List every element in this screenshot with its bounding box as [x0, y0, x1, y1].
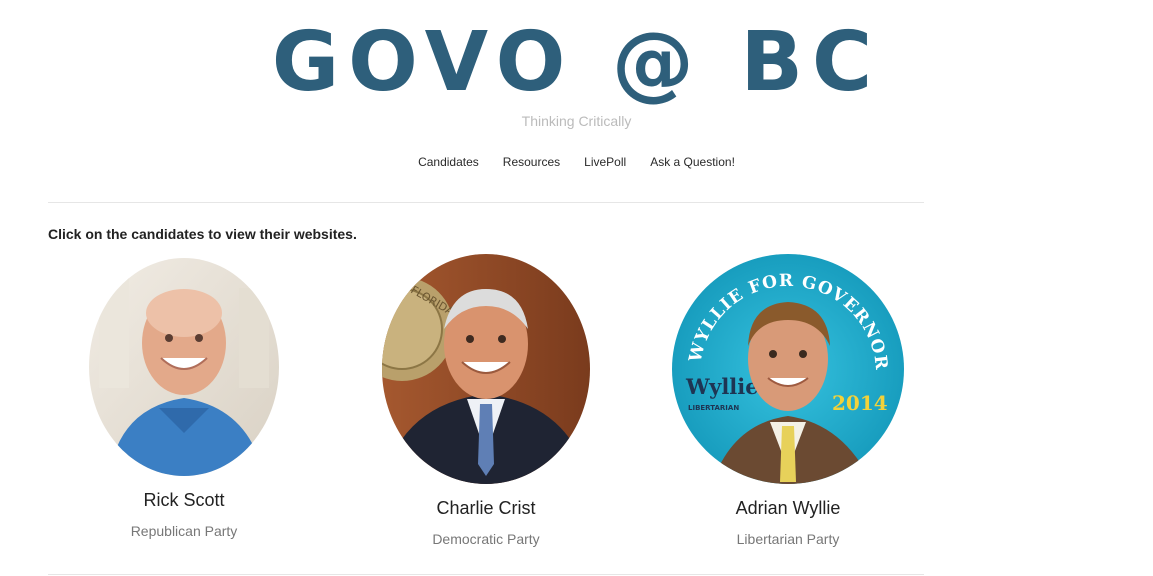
nav-resources[interactable]: Resources [503, 155, 560, 169]
main-nav: Candidates Resources LivePoll Ask a Ques… [0, 155, 1153, 169]
nav-livepoll[interactable]: LivePoll [584, 155, 626, 169]
candidate-party: Democratic Party [432, 531, 540, 547]
svg-text:Wyllie: Wyllie [685, 374, 759, 399]
svg-text:LIBERTARIAN: LIBERTARIAN [688, 404, 739, 412]
candidate-party: Republican Party [130, 523, 238, 539]
candidate-party: Libertarian Party [736, 531, 840, 547]
top-divider [48, 202, 924, 203]
site-title[interactable]: GOVO @ BC [0, 8, 1153, 118]
svg-text:2014: 2014 [832, 391, 888, 415]
site-tagline: Thinking Critically [521, 113, 632, 129]
bottom-divider [48, 574, 924, 575]
candidate-photo[interactable] [89, 258, 279, 476]
candidate-name[interactable]: Charlie Crist [366, 498, 606, 519]
candidate-card-adrian-wyllie[interactable]: WYLLIE FOR GOVERNOR Wyllie LIBERTARIAN 2… [668, 254, 908, 547]
candidate-name[interactable]: Adrian Wyllie [668, 498, 908, 519]
nav-candidates[interactable]: Candidates [418, 155, 479, 169]
candidate-name[interactable]: Rick Scott [64, 490, 304, 511]
nav-ask-question[interactable]: Ask a Question! [650, 155, 735, 169]
candidate-card-rick-scott[interactable]: Rick Scott Republican Party [64, 258, 304, 539]
candidate-photo[interactable]: WYLLIE FOR GOVERNOR Wyllie LIBERTARIAN 2… [672, 254, 904, 484]
candidate-photo[interactable]: FLORIDA [382, 254, 590, 484]
candidate-card-charlie-crist[interactable]: FLORIDA Charlie Crist Democratic Party [366, 254, 606, 547]
intro-text: Click on the candidates to view their we… [48, 226, 357, 242]
